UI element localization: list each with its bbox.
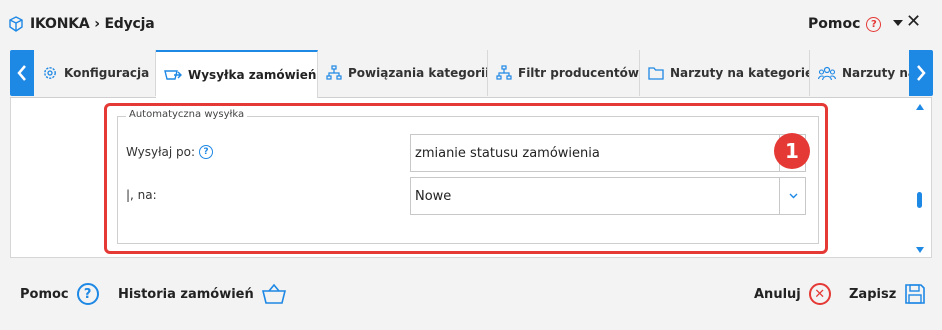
window-title: IKONKA › Edycja bbox=[30, 16, 155, 32]
tab-konfiguracja[interactable]: Konfiguracja bbox=[34, 50, 156, 96]
help-menu-button[interactable]: Pomoc ? bbox=[808, 14, 882, 34]
help-icon: ? bbox=[76, 283, 99, 305]
chevron-right-icon bbox=[917, 65, 926, 81]
cart-send-icon bbox=[164, 70, 182, 80]
tab-label: Filtr producentów bbox=[518, 66, 640, 80]
tab-label: Narzuty na p bbox=[842, 66, 909, 80]
tab-filtr-producentow[interactable]: Filtr producentów bbox=[488, 50, 640, 96]
people-icon bbox=[818, 66, 836, 81]
folder-icon bbox=[648, 67, 664, 80]
save-label: Zapisz bbox=[849, 286, 897, 302]
order-history-button[interactable]: Historia zamówień bbox=[118, 280, 286, 308]
close-icon[interactable]: ✕ bbox=[906, 12, 921, 32]
highlight-frame bbox=[104, 103, 828, 254]
tab-narzuty-na-produkty[interactable]: Narzuty na p bbox=[810, 50, 909, 96]
cube-icon bbox=[9, 16, 23, 32]
dropdown-arrow-icon[interactable] bbox=[893, 20, 903, 26]
save-button[interactable]: Zapisz bbox=[849, 280, 926, 308]
tab-narzuty-na-kategorie[interactable]: Narzuty na kategorie bbox=[640, 50, 810, 96]
floppy-disk-icon bbox=[905, 284, 926, 304]
window-title-bar: IKONKA › Edycja bbox=[8, 14, 155, 34]
tabs-scroll-right-button[interactable] bbox=[909, 50, 933, 96]
gear-icon bbox=[44, 67, 56, 79]
tabs-scroll-left-button[interactable] bbox=[10, 50, 34, 96]
help-button-label: Pomoc bbox=[20, 286, 69, 302]
tab-label: Konfiguracja bbox=[64, 66, 150, 80]
close-circle-icon: ✕ bbox=[808, 283, 831, 305]
hierarchy-icon bbox=[326, 65, 342, 80]
tab-wysylka-zamowien[interactable]: Wysyłka zamówień bbox=[156, 50, 318, 98]
annotation-badge: 1 bbox=[774, 133, 810, 169]
scroll-up-arrow-icon[interactable] bbox=[916, 104, 924, 110]
cancel-button[interactable]: Anuluj ✕ bbox=[754, 280, 831, 308]
hierarchy-icon bbox=[496, 65, 512, 80]
tab-label: Wysyłka zamówień bbox=[188, 68, 317, 82]
help-label: Pomoc bbox=[808, 16, 861, 32]
chevron-left-icon bbox=[17, 65, 26, 81]
cancel-label: Anuluj bbox=[754, 286, 801, 302]
scroll-down-arrow-icon[interactable] bbox=[916, 247, 924, 253]
order-history-label: Historia zamówień bbox=[118, 286, 254, 302]
help-icon: ? bbox=[866, 16, 882, 32]
tab-label: Powiązania kategorii bbox=[348, 66, 488, 80]
tab-label: Narzuty na kategorie bbox=[670, 66, 810, 80]
scrollbar-thumb[interactable] bbox=[917, 192, 922, 208]
basket-icon bbox=[261, 283, 286, 304]
help-button[interactable]: Pomoc ? bbox=[20, 280, 99, 308]
tab-powiazania-kategorii[interactable]: Powiązania kategorii bbox=[318, 50, 488, 96]
